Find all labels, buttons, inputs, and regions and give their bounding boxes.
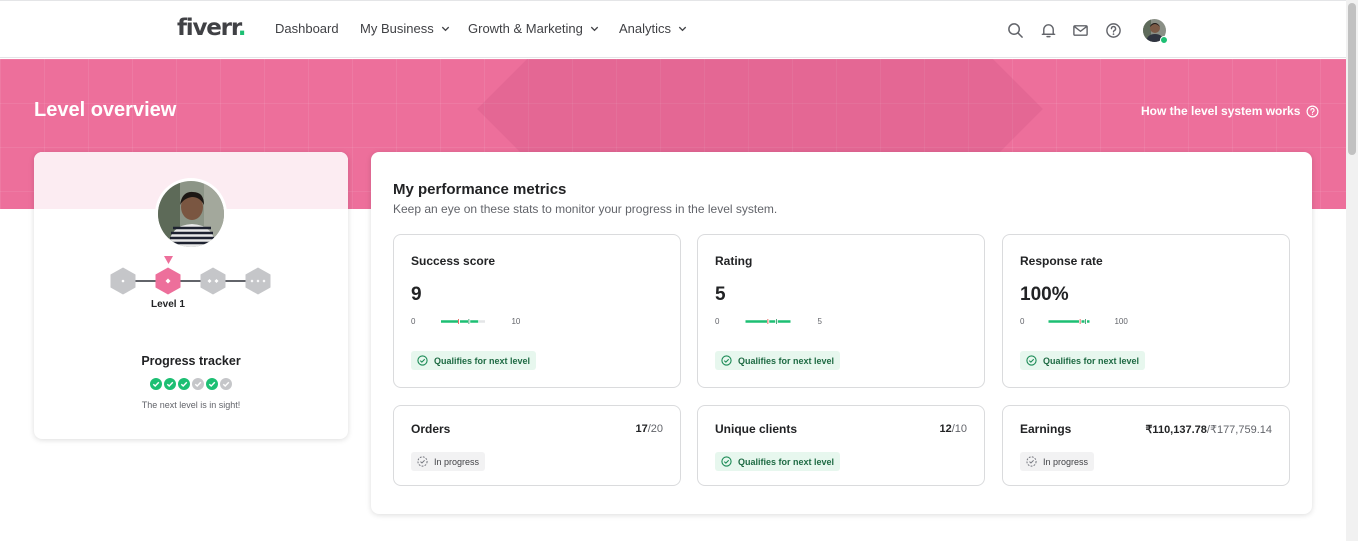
metric-scale-bar: [745, 318, 791, 324]
scale-min: 0: [411, 316, 416, 326]
metric-label: Orders: [411, 422, 451, 436]
earnings-box[interactable]: Earnings ₹110,137.78/₹177,759.14 In prog…: [1002, 405, 1290, 486]
check-circle-icon: [1026, 355, 1037, 366]
performance-metrics-card: My performance metrics Keep an eye on th…: [371, 152, 1312, 514]
page-scrollbar[interactable]: [1346, 0, 1358, 541]
scale-max: 5: [817, 316, 822, 326]
step-complete-icon: [150, 378, 162, 390]
metric-count: 12/10: [939, 423, 967, 435]
top-navigation: fiverr. Dashboard My Business Growth & M…: [0, 0, 1346, 58]
chevron-down-icon: [441, 26, 449, 32]
page-title: Level overview: [34, 99, 177, 121]
current-level-marker-icon: [164, 256, 173, 264]
metric-value: 100%: [1020, 284, 1069, 305]
chevron-down-icon: [678, 26, 687, 32]
metric-scale: 0 10: [411, 315, 520, 327]
metric-count: ₹110,137.78/₹177,759.14: [1145, 424, 1272, 436]
metrics-subtitle: Keep an eye on these stats to monitor yo…: [393, 202, 778, 216]
in-progress-badge: In progress: [411, 452, 486, 471]
success-score-box[interactable]: Success score 9 0 10 Qualifies for next …: [393, 234, 681, 388]
progress-tracker-note: The next level is in sight!: [141, 400, 241, 410]
metric-value: 5: [715, 284, 726, 305]
in-progress-badge: In progress: [1020, 452, 1095, 471]
metric-label: Rating: [715, 254, 753, 268]
metric-label: Unique clients: [715, 422, 798, 436]
step-incomplete-icon: [192, 378, 204, 390]
online-status-dot: [1160, 36, 1168, 44]
check-circle-icon: [721, 355, 732, 366]
metric-label: Success score: [411, 254, 496, 268]
help-icon[interactable]: [1105, 22, 1122, 39]
profile-photo: [158, 181, 224, 247]
metric-value: 9: [411, 284, 422, 305]
progress-tracker-steps: [150, 378, 232, 390]
scale-min: 0: [715, 316, 720, 326]
scale-min: 0: [1020, 316, 1025, 326]
orders-box[interactable]: Orders 17/20 In progress: [393, 405, 681, 486]
level-system-help-link[interactable]: How the level system works: [1141, 104, 1319, 118]
metric-count: 17/20: [635, 423, 663, 435]
chevron-down-icon: [590, 26, 599, 32]
metric-scale: 0 100: [1020, 315, 1128, 327]
rating-box[interactable]: Rating 5 0 5 Qualifies for next level: [697, 234, 985, 388]
step-complete-icon: [206, 378, 218, 390]
nav-my-business[interactable]: My Business: [360, 21, 451, 36]
level-0-hexagon-icon: [110, 267, 136, 295]
unique-clients-box[interactable]: Unique clients 12/10 Qualifies for next …: [697, 405, 985, 486]
progress-tracker-title: Progress tracker: [141, 354, 241, 368]
step-complete-icon: [164, 378, 176, 390]
step-incomplete-icon: [220, 378, 232, 390]
metric-scale-bar: [1048, 318, 1090, 324]
scrollbar-thumb[interactable]: [1348, 3, 1356, 155]
level-progress-track: [120, 280, 260, 282]
metric-scale-bar: [441, 318, 486, 324]
profile-avatar: [155, 178, 227, 250]
metric-scale: 0 5: [715, 315, 822, 327]
check-circle-icon: [721, 456, 732, 467]
mail-icon[interactable]: [1072, 22, 1089, 39]
level-1-hexagon-icon: [155, 267, 181, 295]
bell-icon[interactable]: [1040, 22, 1057, 39]
nav-dashboard[interactable]: Dashboard: [275, 21, 339, 36]
progress-clock-icon: [417, 456, 428, 467]
scale-max: 10: [511, 316, 521, 326]
qualifies-badge: Qualifies for next level: [411, 351, 537, 370]
metrics-title: My performance metrics: [393, 181, 567, 198]
qualifies-badge: Qualifies for next level: [715, 452, 841, 471]
check-circle-icon: [417, 355, 428, 366]
user-avatar[interactable]: [1143, 19, 1168, 44]
progress-clock-icon: [1026, 456, 1037, 467]
qualifies-badge: Qualifies for next level: [715, 351, 841, 370]
metric-label: Response rate: [1020, 254, 1103, 268]
top-rated-hexagon-icon: [245, 267, 271, 295]
scale-max: 100: [1114, 316, 1128, 326]
qualifies-badge: Qualifies for next level: [1020, 351, 1146, 370]
profile-level-card: Level 1 Progress tracker The next level …: [34, 152, 348, 439]
level-2-hexagon-icon: [200, 267, 226, 295]
response-rate-box[interactable]: Response rate 100% 0 100 Qualifies for n…: [1002, 234, 1290, 388]
metric-label: Earnings: [1020, 422, 1072, 436]
nav-analytics[interactable]: Analytics: [619, 21, 688, 36]
search-icon[interactable]: [1007, 22, 1024, 39]
help-icon: [1306, 105, 1319, 117]
nav-growth-marketing[interactable]: Growth & Marketing: [468, 21, 600, 36]
current-level-label: Level 1: [151, 299, 185, 310]
fiverr-logo[interactable]: fiverr.: [177, 15, 246, 41]
step-complete-icon: [178, 378, 190, 390]
